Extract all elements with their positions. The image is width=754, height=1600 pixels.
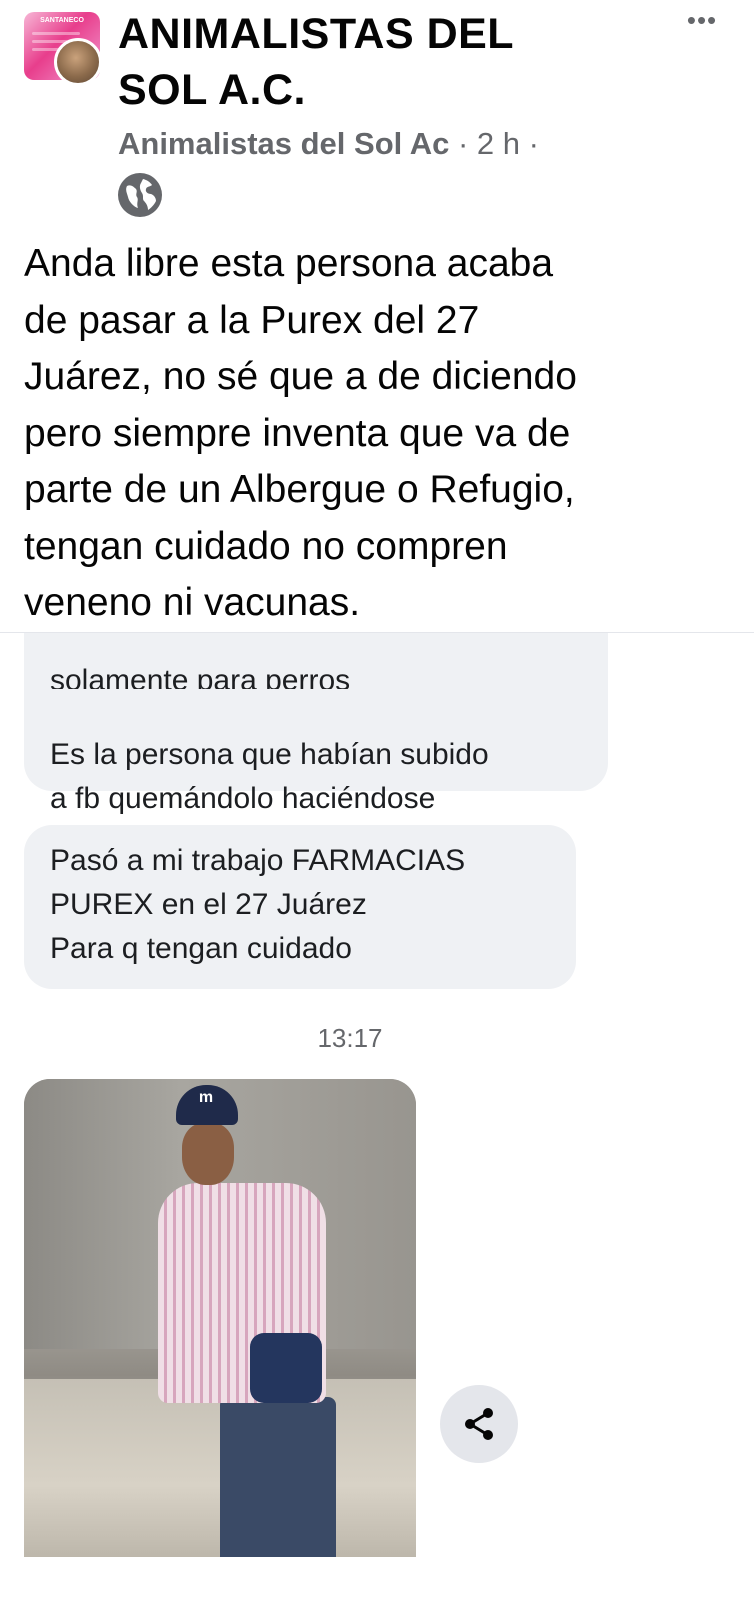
photo-person-bag	[250, 1333, 322, 1403]
more-options-button[interactable]: •••	[680, 2, 724, 38]
more-icon: •••	[686, 5, 718, 35]
chat-bubble-cut-text: solamente para perros	[50, 664, 351, 689]
globe-icon	[118, 173, 162, 217]
post-time[interactable]: · 2 h ·	[449, 126, 539, 161]
photo-person-jeans	[220, 1397, 336, 1557]
group-name[interactable]: ANIMALISTAS DEL SOL A.C.	[118, 6, 638, 118]
avatar-decoration	[32, 32, 80, 35]
chat-bubble: solamente para perros Es la persona que …	[24, 633, 608, 859]
post-text: Anda libre esta persona acaba de pasar a…	[24, 242, 577, 624]
post-meta: Animalistas del Sol Ac · 2 h ·	[118, 122, 539, 166]
chat-photo[interactable]: m	[24, 1079, 416, 1557]
chat-timestamp: 13:17	[317, 1023, 383, 1053]
post-header: SANTANECO ANIMALISTAS DEL SOL A.C. ••• A…	[0, 0, 754, 230]
share-icon	[465, 1408, 493, 1440]
author-name[interactable]: Animalistas del Sol Ac	[118, 126, 449, 161]
post-image[interactable]: solamente para perros Es la persona que …	[0, 632, 754, 1557]
share-button[interactable]	[440, 1385, 518, 1463]
photo-person-face	[182, 1123, 234, 1185]
cap-logo: m	[198, 1089, 214, 1106]
author-avatar[interactable]	[54, 38, 102, 86]
group-avatar-banner: SANTANECO	[40, 17, 84, 24]
chat-bubble: Pasó a mi trabajo FARMACIAS PUREX en el …	[24, 825, 576, 989]
